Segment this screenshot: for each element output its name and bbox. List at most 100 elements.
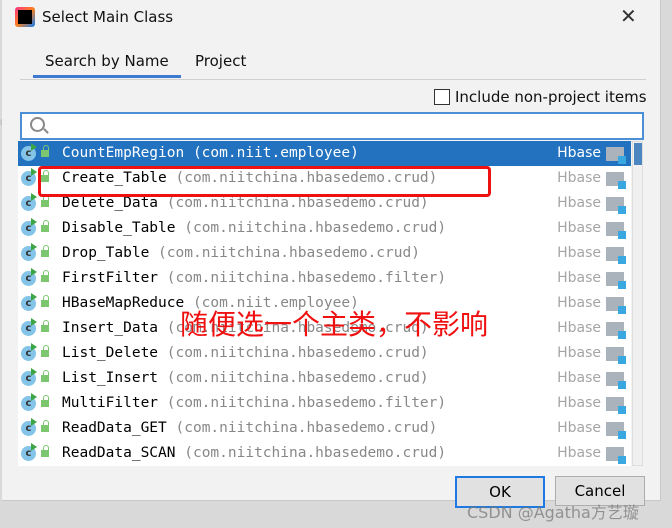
class-name-text: Delete_Data [62, 195, 159, 211]
list-item[interactable]: c Disable_Table (com.niitchina.hbasedemo.… [18, 216, 631, 241]
class-name-text: ReadData_SCAN [62, 445, 176, 461]
lock-icon [41, 295, 49, 307]
class-name: List_Insert (com.niitchina.hbasedemo.cru… [62, 366, 429, 391]
module-folder-icon [606, 297, 626, 314]
module-name: Hbase [557, 445, 601, 461]
list-item[interactable]: c Delete_Data (com.niitchina.hbasedemo.cr… [18, 191, 631, 216]
class-name: ReadData_GET (com.niitchina.hbasedemo.cr… [62, 416, 437, 441]
lock-icon [41, 195, 49, 207]
list-item[interactable]: c Drop_Table (com.niitchina.hbasedemo.cru… [18, 241, 631, 266]
module-name: Hbase [557, 145, 601, 161]
class-icon: c [21, 168, 37, 186]
class-icon: c [21, 443, 37, 461]
class-name: ReadData_SCAN (com.niitchina.hbasedemo.c… [62, 441, 446, 466]
class-name-text: CountEmpRegion [62, 145, 185, 161]
module-folder-icon [606, 447, 626, 464]
list-item[interactable]: c Create_Table (com.niitchina.hbasedemo.c… [18, 166, 631, 191]
module-name: Hbase [557, 395, 601, 411]
class-name: List_Delete (com.niitchina.hbasedemo.cru… [62, 341, 429, 366]
module-folder-icon [606, 272, 626, 289]
module-name: Hbase [557, 245, 601, 261]
tab-bar: Search by Name Project [20, 52, 646, 80]
package-name: (com.niitchina.hbasedemo.crud) [184, 445, 447, 461]
lock-icon [41, 145, 49, 157]
lock-icon [41, 270, 49, 282]
include-non-project-checkbox[interactable]: Include non-project items [434, 88, 647, 106]
module-name: Hbase [557, 170, 601, 186]
module-folder-icon [606, 147, 626, 164]
class-name-text: Insert_Data [62, 320, 159, 336]
package-name: (com.niitchina.hbasedemo.crud) [175, 170, 438, 186]
module-name: Hbase [557, 220, 601, 236]
checkbox-label: Include non-project items [455, 88, 647, 106]
search-input[interactable] [20, 112, 644, 140]
class-icon: c [21, 368, 37, 386]
list-item[interactable]: c List_Insert (com.niitchina.hbasedemo.cr… [18, 366, 631, 391]
scrollbar[interactable] [632, 141, 643, 466]
lock-icon [41, 245, 49, 257]
module-folder-icon [606, 422, 626, 439]
class-name-text: HBaseMapReduce [62, 295, 185, 311]
class-icon: c [21, 318, 37, 336]
class-name: Disable_Table (com.niitchina.hbasedemo.c… [62, 216, 446, 241]
module-name: Hbase [557, 295, 601, 311]
list-item[interactable]: c MultiFilter (com.niitchina.hbasedemo.fi… [18, 391, 631, 416]
module-folder-icon [606, 172, 626, 189]
search-icon [30, 117, 45, 132]
package-name: (com.niitchina.hbasedemo.crud) [158, 245, 420, 261]
module-folder-icon [606, 322, 626, 339]
class-name-text: Create_Table [62, 170, 167, 186]
class-name: Create_Table (com.niitchina.hbasedemo.cr… [62, 166, 437, 191]
lock-icon [41, 420, 49, 432]
checkbox-box[interactable] [434, 89, 450, 105]
close-icon[interactable]: ✕ [620, 4, 637, 28]
lock-icon [41, 445, 49, 457]
list-item[interactable]: c List_Delete (com.niitchina.hbasedemo.cr… [18, 341, 631, 366]
tab-search-by-name[interactable]: Search by Name [33, 52, 181, 78]
package-name: (com.niitchina.hbasedemo.filter) [166, 270, 447, 286]
tab-project[interactable]: Project [195, 52, 246, 70]
lock-icon [41, 170, 49, 182]
class-icon: c [21, 393, 37, 411]
module-name: Hbase [557, 345, 601, 361]
list-item[interactable]: c ReadData_SCAN (com.niitchina.hbasedemo.… [18, 441, 631, 466]
lock-icon [41, 220, 49, 232]
class-icon: c [21, 218, 37, 236]
list-item[interactable]: c ReadData_GET (com.niitchina.hbasedemo.c… [18, 416, 631, 441]
class-icon: c [21, 268, 37, 286]
package-name: (com.niitchina.hbasedemo.crud) [184, 220, 447, 236]
intellij-logo-icon [15, 7, 35, 27]
watermark: CSDN @Agatha方艺璇 [467, 503, 639, 522]
class-name-text: FirstFilter [62, 270, 159, 286]
package-name: (com.niitchina.hbasedemo.crud) [166, 195, 429, 211]
class-icon: c [21, 193, 37, 211]
module-folder-icon [606, 247, 626, 264]
class-name-text: Drop_Table [62, 245, 150, 261]
lock-icon [41, 320, 49, 332]
module-folder-icon [606, 197, 626, 214]
package-name: (com.niitchina.hbasedemo.crud) [166, 370, 429, 386]
module-folder-icon [606, 347, 626, 364]
class-name-text: List_Delete [62, 345, 159, 361]
list-item[interactable]: c CountEmpRegion (com.niit.employee) Hbase [18, 141, 631, 166]
class-icon: c [21, 343, 37, 361]
class-name: Drop_Table (com.niitchina.hbasedemo.crud… [62, 241, 420, 266]
scrollbar-thumb[interactable] [634, 143, 642, 165]
annotation-text: 随便选一个主类，不影响 [180, 308, 489, 341]
class-icon: c [21, 418, 37, 436]
module-name: Hbase [557, 370, 601, 386]
module-name: Hbase [557, 320, 601, 336]
class-name: Delete_Data (com.niitchina.hbasedemo.cru… [62, 191, 429, 216]
module-name: Hbase [557, 195, 601, 211]
module-folder-icon [606, 397, 626, 414]
package-name: (com.niit.employee) [192, 145, 359, 161]
class-icon: c [21, 243, 37, 261]
list-item[interactable]: c FirstFilter (com.niitchina.hbasedemo.fi… [18, 266, 631, 291]
package-name: (com.niitchina.hbasedemo.crud) [175, 420, 438, 436]
lock-icon [41, 395, 49, 407]
class-name: CountEmpRegion (com.niit.employee) [62, 141, 359, 166]
class-name-text: ReadData_GET [62, 420, 167, 436]
class-name: MultiFilter (com.niitchina.hbasedemo.fil… [62, 391, 446, 416]
lock-icon [41, 370, 49, 382]
lock-icon [41, 345, 49, 357]
